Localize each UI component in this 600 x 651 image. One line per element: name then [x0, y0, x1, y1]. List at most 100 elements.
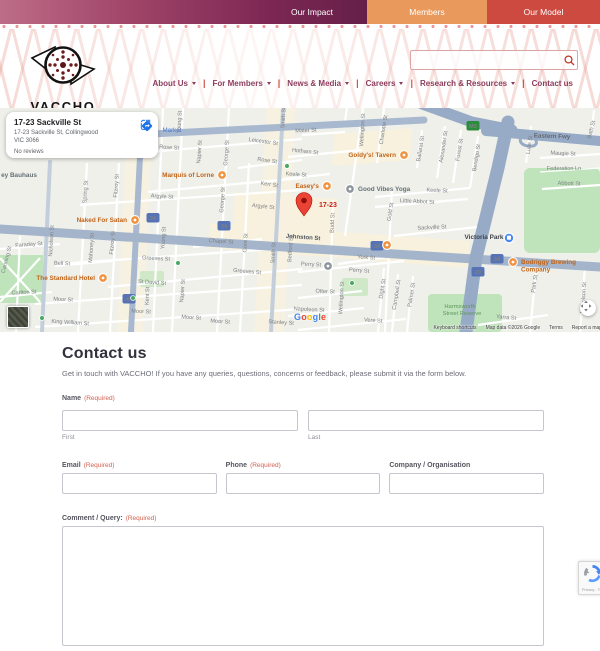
- map-poi-icon[interactable]: [133, 218, 137, 222]
- required-indicator: (Required): [125, 515, 157, 522]
- map-label: Otter St: [315, 289, 335, 296]
- map-poi-icon[interactable]: [349, 280, 355, 286]
- map-label: Bodriggy Brewing: [521, 259, 576, 266]
- vaccho-logo-icon: [30, 45, 96, 86]
- chevron-down-icon: [399, 82, 404, 85]
- site-header: VACCHO About Us | For Members | News & M…: [0, 29, 600, 114]
- map-info-card: 17-23 Sackville St 17-23 Sackville St, C…: [6, 112, 158, 158]
- map-poi-icon[interactable]: [385, 243, 389, 247]
- map-label: Naked For Satan: [77, 217, 128, 224]
- map-label: 29: [475, 270, 481, 276]
- map-label: 34: [494, 257, 501, 263]
- last-sublabel: Last: [308, 434, 321, 441]
- topbar-link-our-impact[interactable]: Our Impact: [257, 0, 367, 24]
- nav-item-for-members[interactable]: For Members: [206, 79, 278, 88]
- map-label: Perry St: [301, 261, 322, 268]
- topbar-link-members[interactable]: Members: [367, 0, 487, 24]
- google-logo[interactable]: Google: [294, 312, 326, 322]
- map-label: 34: [374, 244, 381, 250]
- map-poi-icon[interactable]: [326, 264, 330, 268]
- train-icon: [507, 235, 511, 240]
- map-label: 17-23: [319, 202, 337, 209]
- vaccho-logo[interactable]: VACCHO: [30, 38, 96, 114]
- chevron-down-icon: [511, 82, 516, 85]
- topbar-gradient: [0, 0, 257, 24]
- last-name-field[interactable]: [308, 410, 544, 431]
- map-poi-icon[interactable]: [348, 187, 352, 191]
- search-input[interactable]: [411, 51, 561, 69]
- recaptcha-privacy-terms[interactable]: Privacy - Terms: [582, 588, 600, 592]
- intro-text: Get in touch with VACCHO! If you have an…: [62, 369, 467, 378]
- map-label: Keele St: [426, 187, 448, 194]
- search-box: [410, 50, 578, 70]
- contact-section: Contact us Get in touch with VACCHO! If …: [0, 332, 600, 651]
- place-address: 17-23 Sackville St, Collingwood VIC 3066: [14, 130, 99, 145]
- map-label: Kent St: [145, 286, 152, 305]
- map-poi-icon[interactable]: [511, 260, 515, 264]
- marker-dot: [301, 197, 307, 204]
- map-poi-icon[interactable]: [101, 276, 105, 280]
- email-label: Email (Required): [62, 462, 115, 469]
- map-label: Mater St: [295, 127, 317, 134]
- map-poi-icon[interactable]: [284, 163, 290, 169]
- search-icon[interactable]: [561, 54, 577, 66]
- comment-label: Comment / Query: (Required): [62, 515, 157, 522]
- map-poi-icon[interactable]: [39, 315, 45, 321]
- nav-item-contact-us[interactable]: Contact us: [525, 79, 580, 88]
- map-embed[interactable]: Market Mater St Rose St Leicester St Rose St…: [0, 108, 600, 332]
- map-poi-icon[interactable]: [325, 184, 329, 188]
- map-poi-icon[interactable]: [402, 153, 406, 157]
- phone-label: Phone (Required): [225, 462, 281, 469]
- nav-item-research-resources[interactable]: Research & Resources: [413, 79, 522, 88]
- nav-item-careers[interactable]: Careers: [359, 79, 411, 88]
- place-reviews: No reviews: [14, 148, 44, 155]
- page-title: Contact us: [62, 345, 147, 362]
- map-label: Federation Ln: [547, 166, 582, 172]
- map-label: Abbott St: [557, 181, 581, 188]
- map-label: Street Reserve: [443, 311, 482, 317]
- map-label: ey Bauhaus: [1, 172, 37, 179]
- nav-item-about-us[interactable]: About Us: [145, 79, 203, 88]
- company-field[interactable]: [389, 473, 545, 494]
- comment-field[interactable]: [62, 526, 544, 646]
- required-indicator: (Required): [250, 462, 281, 469]
- email-field[interactable]: [62, 473, 217, 494]
- map-data-copyright: Map data ©2026 Google: [485, 325, 541, 331]
- recaptcha-badge[interactable]: Privacy - Terms: [578, 561, 600, 595]
- name-label: Name (Required): [62, 395, 115, 402]
- map-label: The Standard Hotel: [36, 275, 95, 282]
- map-label: Eastern Fwy: [534, 132, 571, 140]
- map-label: Good Vibes Yoga: [358, 186, 411, 193]
- map-label: Victoria Park: [465, 234, 504, 241]
- map-label: M3: [469, 124, 477, 130]
- map-poi-icon[interactable]: [175, 260, 181, 266]
- phone-field[interactable]: [225, 473, 381, 494]
- map-label: Marquis of Lorne: [162, 172, 214, 179]
- company-label: Company / Organisation: [389, 462, 471, 469]
- first-name-field[interactable]: [62, 410, 298, 431]
- top-utility-bar: Our Impact Members Our Model: [0, 0, 600, 24]
- pan-arrows-icon[interactable]: [580, 300, 596, 316]
- chevron-down-icon: [266, 82, 271, 85]
- chevron-down-icon: [345, 82, 350, 85]
- nav-item-news-media[interactable]: News & Media: [280, 79, 356, 88]
- report-map-error-link[interactable]: Report a map error: [572, 325, 600, 331]
- map-label: Moor St: [131, 308, 151, 315]
- map-label: 34: [150, 216, 157, 222]
- map-poi-icon[interactable]: [130, 295, 136, 301]
- map-poi-icon[interactable]: [220, 173, 224, 177]
- map-label: 34: [221, 224, 228, 230]
- required-indicator: (Required): [84, 395, 115, 402]
- first-sublabel: First: [62, 434, 75, 441]
- topbar-link-our-model[interactable]: Our Model: [487, 0, 600, 24]
- map-attribution: Keyboard shortcuts Map data ©2026 Google…: [433, 325, 600, 331]
- map-label: Company: [521, 267, 551, 274]
- satellite-layer-toggle[interactable]: [7, 306, 29, 328]
- map-label: Bell St: [54, 261, 71, 268]
- keyboard-shortcuts-link[interactable]: Keyboard shortcuts: [433, 325, 476, 331]
- main-nav: About Us | For Members | News & Media | …: [145, 78, 580, 88]
- place-title: 17-23 Sackville St: [14, 118, 82, 127]
- map-label: Goldy's! Tavern: [348, 152, 396, 159]
- chevron-down-icon: [192, 82, 196, 85]
- terms-link[interactable]: Terms: [549, 325, 563, 331]
